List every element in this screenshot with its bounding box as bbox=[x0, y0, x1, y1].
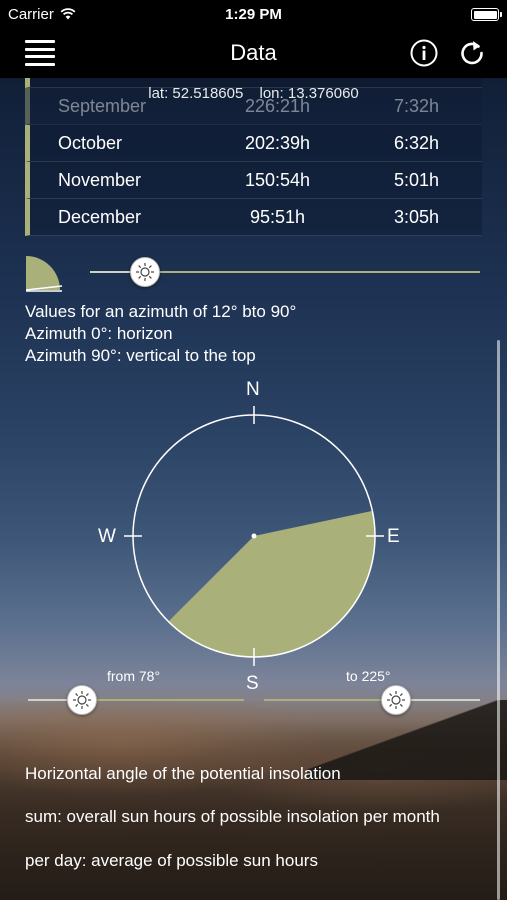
status-bar: Carrier 1:29 PM bbox=[0, 0, 507, 28]
elevation-angle-icon bbox=[25, 256, 63, 292]
battery-icon bbox=[471, 8, 502, 21]
carrier-label: Carrier bbox=[8, 5, 54, 23]
cell-per-day: 5:01h bbox=[393, 169, 439, 190]
elevation-info-line: Values for an azimuth of 12° bto 90° bbox=[25, 302, 297, 321]
table-row: October 202:39h 6:32h bbox=[25, 125, 482, 162]
info-icon[interactable] bbox=[410, 39, 438, 67]
insolation-sector bbox=[168, 510, 375, 657]
cell-per-day: 6:32h bbox=[393, 132, 439, 153]
per-day-description: per day: average of possible sun hours bbox=[25, 851, 318, 870]
elevation-info: Values for an azimuth of 12° bto 90° Azi… bbox=[25, 301, 296, 367]
hamburger-icon[interactable] bbox=[25, 40, 55, 66]
elevation-info-line: Azimuth 90°: vertical to the top bbox=[25, 346, 256, 365]
azimuth-slider-track-to[interactable] bbox=[264, 699, 396, 701]
elevation-slider-knob[interactable] bbox=[129, 257, 160, 287]
sum-description: sum: overall sun hours of possible insol… bbox=[25, 807, 440, 826]
coordinates-overlay: lat: 52.518605 lon: 13.376060 bbox=[0, 85, 507, 102]
cell-per-day: 3:05h bbox=[393, 206, 439, 227]
sun-icon bbox=[135, 263, 154, 281]
page-title: Data bbox=[230, 40, 277, 65]
compass-dial bbox=[124, 406, 384, 666]
wifi-icon bbox=[60, 8, 76, 20]
navigation-bar: Data bbox=[0, 28, 507, 78]
elevation-info-line: Azimuth 0°: horizon bbox=[25, 324, 173, 343]
refresh-icon[interactable] bbox=[458, 39, 486, 67]
from-angle-label: from 78° bbox=[107, 668, 161, 684]
clock: 1:29 PM bbox=[225, 5, 282, 23]
azimuth-slider-track-from[interactable] bbox=[82, 699, 244, 701]
sun-icon bbox=[387, 691, 405, 709]
insolation-heading: Horizontal angle of the potential insola… bbox=[25, 764, 341, 783]
azimuth-to-knob[interactable] bbox=[381, 685, 411, 715]
latitude-value: lat: 52.518605 bbox=[148, 85, 244, 102]
table-row: December 95:51h 3:05h bbox=[25, 199, 482, 236]
azimuth-from-knob[interactable] bbox=[67, 685, 97, 715]
longitude-value: lon: 13.376060 bbox=[259, 85, 359, 102]
sun-icon bbox=[73, 691, 91, 709]
compass-center bbox=[251, 533, 257, 539]
scrollbar[interactable] bbox=[497, 340, 500, 900]
table-row: November 150:54h 5:01h bbox=[25, 162, 482, 199]
to-angle-label: to 225° bbox=[346, 668, 391, 684]
carrier-indicator: Carrier bbox=[8, 6, 76, 23]
elevation-slider-track[interactable] bbox=[150, 271, 480, 273]
